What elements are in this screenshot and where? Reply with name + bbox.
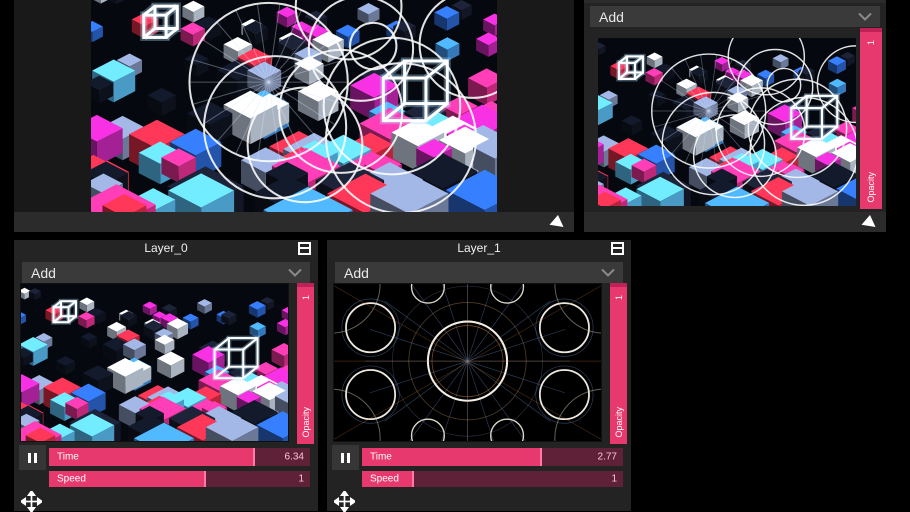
chevron-down-icon	[858, 12, 872, 21]
opacity-label: Opacity	[866, 172, 876, 203]
output-stage	[14, 0, 574, 212]
layer0-blend-mode-select[interactable]: Add	[22, 262, 310, 283]
layer1-preview-thumbnail	[333, 283, 602, 442]
opacity-value: 1	[301, 295, 311, 300]
pause-icon	[341, 453, 344, 463]
speed-label: Speed	[370, 474, 399, 485]
output-preview-canvas	[91, 0, 497, 212]
layer1-speed-slider[interactable]: Speed 1	[362, 471, 623, 487]
speed-value: 1	[611, 474, 617, 485]
window-icon[interactable]	[611, 242, 624, 255]
resize-triangle-icon[interactable]	[861, 215, 877, 229]
chevron-down-icon	[288, 268, 302, 277]
layer0-preview-canvas	[21, 284, 288, 441]
layer0-opacity-slider[interactable]: 1 Opacity	[297, 283, 314, 444]
mix-preview-thumbnail	[598, 38, 856, 206]
opacity-slider-cap	[610, 283, 627, 287]
layer0-preview-thumbnail	[20, 283, 289, 442]
layer1-pause-button[interactable]	[332, 445, 359, 470]
opacity-label: Opacity	[614, 407, 624, 438]
blend-mode-value: Add	[335, 265, 601, 281]
output-footer	[14, 212, 574, 232]
opacity-slider-cap	[860, 28, 882, 32]
speed-value: 1	[298, 474, 304, 485]
layer1-preview-canvas	[334, 284, 601, 441]
mix-panel: Add 1 Opacity	[584, 0, 886, 232]
time-value: 2.77	[598, 452, 617, 463]
opacity-slider-cap	[297, 283, 314, 287]
layer0-panel: Layer_0 Add 1 Opacity Time 6.34 Speed 1	[14, 240, 318, 511]
pause-icon	[34, 453, 37, 463]
output-panel	[14, 0, 574, 232]
time-label: Time	[57, 452, 79, 463]
move-handle-icon[interactable]	[21, 491, 42, 512]
layer1-title: Layer_1	[327, 240, 631, 257]
layer1-opacity-slider[interactable]: 1 Opacity	[610, 283, 627, 444]
layer1-panel: Layer_1 Add 1 Opacity Time 2.77 Speed 1	[327, 240, 631, 511]
resize-triangle-icon[interactable]	[549, 215, 565, 229]
pause-icon	[28, 453, 31, 463]
window-icon[interactable]	[298, 242, 311, 255]
mix-footer	[584, 212, 886, 232]
speed-label: Speed	[57, 474, 86, 485]
layer1-blend-mode-select[interactable]: Add	[335, 262, 623, 283]
opacity-label: Opacity	[301, 407, 311, 438]
layer1-header: Layer_1	[327, 240, 631, 258]
move-handle-icon[interactable]	[334, 491, 355, 512]
blend-mode-value: Add	[22, 265, 288, 281]
layer0-pause-button[interactable]	[19, 445, 46, 470]
blend-mode-select[interactable]: Add	[590, 6, 880, 27]
time-label: Time	[370, 452, 392, 463]
time-value: 6.34	[285, 452, 304, 463]
layer0-time-slider[interactable]: Time 6.34	[49, 448, 310, 466]
layer0-header: Layer_0	[14, 240, 318, 258]
mix-header-sliver	[584, 0, 886, 3]
blend-mode-value: Add	[590, 9, 858, 25]
mix-opacity-slider[interactable]: 1 Opacity	[860, 28, 882, 209]
opacity-value: 1	[614, 295, 624, 300]
chevron-down-icon	[601, 268, 615, 277]
layer0-speed-slider[interactable]: Speed 1	[49, 471, 310, 487]
slider-fill	[49, 448, 255, 466]
opacity-value: 1	[866, 40, 876, 45]
mix-preview-canvas	[598, 38, 856, 206]
pause-icon	[347, 453, 350, 463]
layer1-time-slider[interactable]: Time 2.77	[362, 448, 623, 466]
layer0-title: Layer_0	[14, 240, 318, 257]
